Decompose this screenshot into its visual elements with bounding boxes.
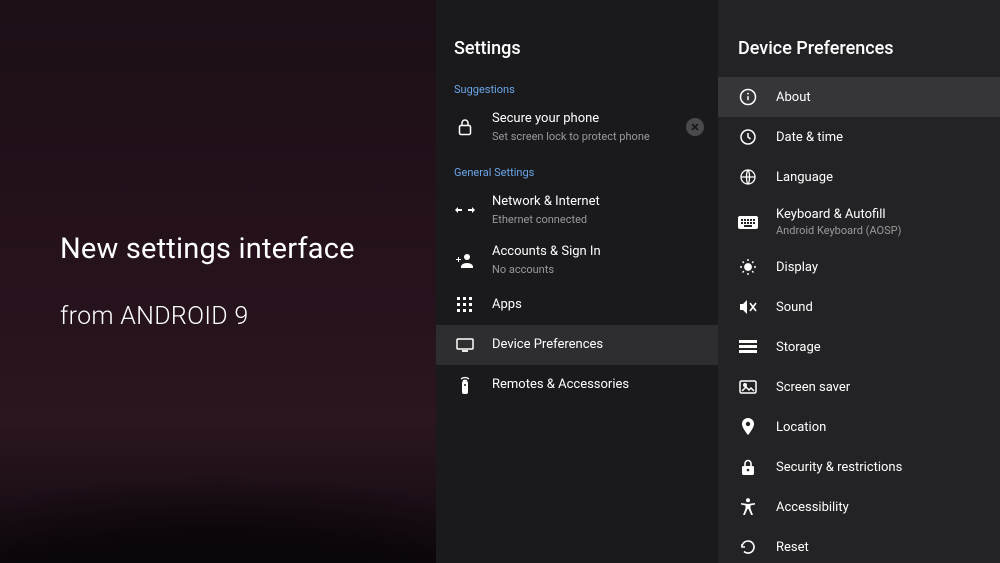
accessibility-icon xyxy=(738,497,758,517)
row-apps[interactable]: Apps xyxy=(436,285,718,325)
pref-label: Keyboard & Autofill xyxy=(776,207,901,222)
promo-panel: New settings interface from ANDROID 9 xyxy=(0,0,436,563)
pref-label: About xyxy=(776,90,811,105)
pref-label: Date & time xyxy=(776,130,843,145)
row-label: Accounts & Sign In xyxy=(492,244,704,261)
promo-background-hill xyxy=(0,383,436,563)
device-preferences-panel: Device Preferences About Date & time xyxy=(718,0,1000,563)
pref-label: Display xyxy=(776,260,818,275)
reset-icon xyxy=(738,537,758,557)
pref-location[interactable]: Location xyxy=(718,407,1000,447)
row-texts: Secure your phone Set screen lock to pro… xyxy=(492,111,680,143)
lock-icon xyxy=(454,116,476,138)
row-label: Remotes & Accessories xyxy=(492,377,704,394)
row-texts: Apps xyxy=(492,297,704,314)
pref-label: Reset xyxy=(776,540,809,555)
row-texts: Remotes & Accessories xyxy=(492,377,704,394)
network-icon xyxy=(454,199,476,221)
keyboard-icon xyxy=(738,212,758,232)
brightness-icon xyxy=(738,257,758,277)
row-sub: No accounts xyxy=(492,263,704,276)
lock-icon xyxy=(738,457,758,477)
pref-screensaver[interactable]: Screen saver xyxy=(718,367,1000,407)
settings-panel: Settings Suggestions Secure your phone S… xyxy=(436,0,718,563)
section-suggestions: Suggestions xyxy=(436,69,718,102)
pref-label: Location xyxy=(776,420,826,435)
row-secure-phone[interactable]: Secure your phone Set screen lock to pro… xyxy=(436,102,718,152)
pref-security[interactable]: Security & restrictions xyxy=(718,447,1000,487)
row-network[interactable]: Network & Internet Ethernet connected xyxy=(436,185,718,235)
row-texts: Network & Internet Ethernet connected xyxy=(492,194,704,226)
row-device-preferences[interactable]: Device Preferences xyxy=(436,325,718,365)
device-preferences-title: Device Preferences xyxy=(718,38,1000,77)
pref-sound[interactable]: Sound xyxy=(718,287,1000,327)
pref-label: Language xyxy=(776,170,833,185)
pref-about[interactable]: About xyxy=(718,77,1000,117)
settings-title: Settings xyxy=(436,38,718,69)
row-sub: Set screen lock to protect phone xyxy=(492,130,680,143)
promo-subtitle: from ANDROID 9 xyxy=(60,302,436,331)
row-remotes[interactable]: Remotes & Accessories xyxy=(436,365,718,405)
section-general: General Settings xyxy=(436,152,718,185)
app-root: New settings interface from ANDROID 9 Se… xyxy=(0,0,1000,563)
row-label: Apps xyxy=(492,297,704,314)
row-label: Device Preferences xyxy=(492,337,704,354)
row-texts: Accounts & Sign In No accounts xyxy=(492,244,704,276)
pref-keyboard[interactable]: Keyboard & Autofill Android Keyboard (AO… xyxy=(718,197,1000,247)
row-texts: Device Preferences xyxy=(492,337,704,354)
globe-icon xyxy=(738,167,758,187)
pref-label: Screen saver xyxy=(776,380,850,395)
volume-off-icon xyxy=(738,297,758,317)
add-user-icon xyxy=(454,249,476,271)
row-sub: Ethernet connected xyxy=(492,213,704,226)
dismiss-icon[interactable] xyxy=(686,118,704,136)
pref-reset[interactable]: Reset xyxy=(718,527,1000,563)
row-accounts[interactable]: Accounts & Sign In No accounts xyxy=(436,235,718,285)
screensaver-icon xyxy=(738,377,758,397)
apps-grid-icon xyxy=(454,294,476,316)
pref-accessibility[interactable]: Accessibility xyxy=(718,487,1000,527)
row-label: Network & Internet xyxy=(492,194,704,211)
pref-label: Accessibility xyxy=(776,500,849,515)
pref-storage[interactable]: Storage xyxy=(718,327,1000,367)
row-label: Secure your phone xyxy=(492,111,680,128)
pref-display[interactable]: Display xyxy=(718,247,1000,287)
remote-icon xyxy=(454,374,476,396)
location-pin-icon xyxy=(738,417,758,437)
storage-icon xyxy=(738,337,758,357)
pref-sub: Android Keyboard (AOSP) xyxy=(776,224,901,237)
pref-label: Storage xyxy=(776,340,821,355)
clock-icon xyxy=(738,127,758,147)
pref-label: Security & restrictions xyxy=(776,460,902,475)
info-icon xyxy=(738,87,758,107)
pref-label: Sound xyxy=(776,300,813,315)
pref-datetime[interactable]: Date & time xyxy=(718,117,1000,157)
pref-language[interactable]: Language xyxy=(718,157,1000,197)
tv-icon xyxy=(454,334,476,356)
promo-title: New settings interface xyxy=(60,232,436,267)
